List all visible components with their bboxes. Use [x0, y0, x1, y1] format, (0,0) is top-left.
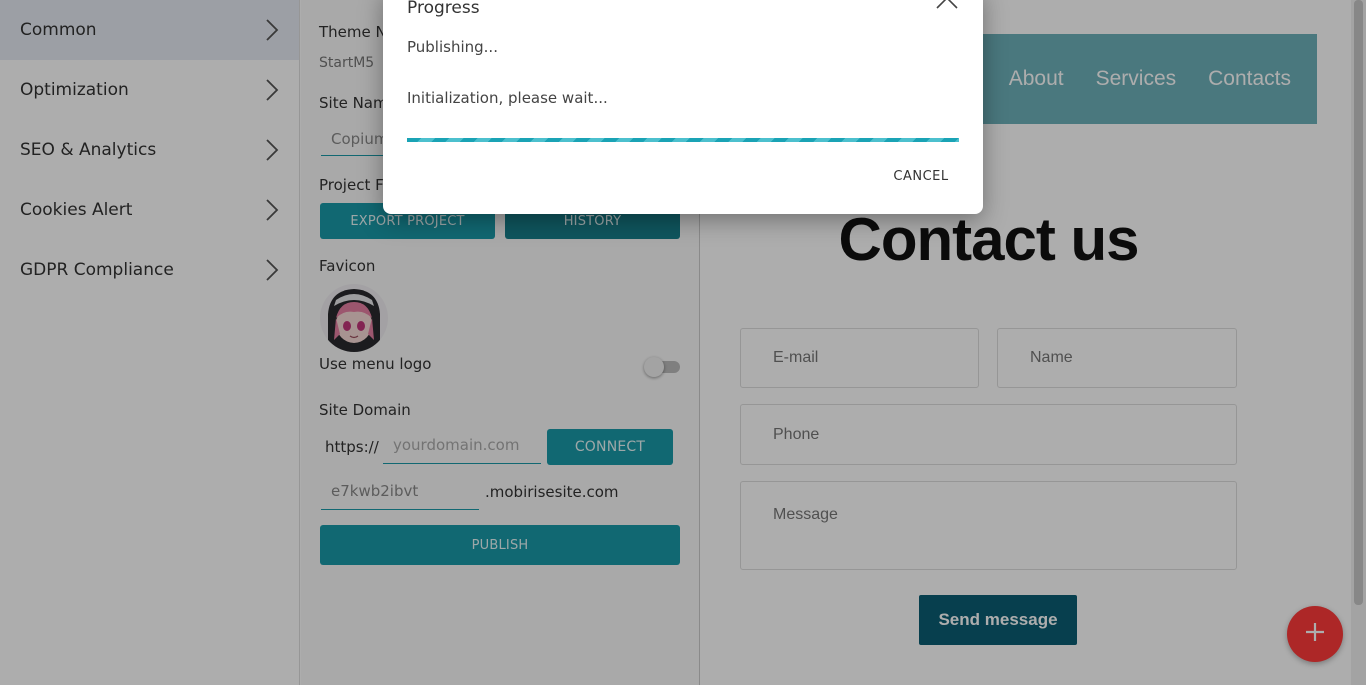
- dialog-title: Progress: [407, 0, 480, 18]
- initialization-status: Initialization, please wait...: [407, 89, 608, 107]
- cancel-button[interactable]: CANCEL: [883, 166, 959, 186]
- progress-bar: [407, 138, 959, 142]
- close-icon[interactable]: [935, 0, 959, 18]
- progress-dialog: Progress Publishing... Initialization, p…: [383, 0, 983, 214]
- publishing-status: Publishing...: [407, 38, 498, 56]
